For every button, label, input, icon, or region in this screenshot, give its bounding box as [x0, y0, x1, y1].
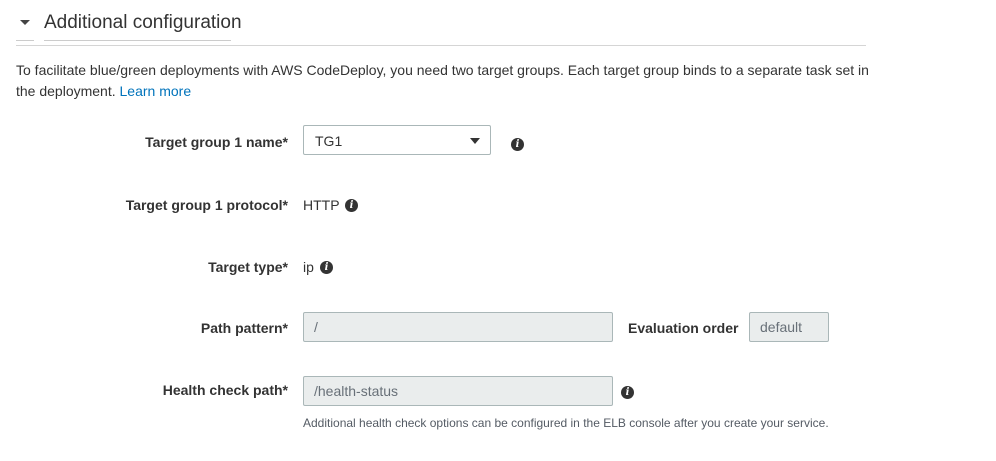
target-group-protocol-label: Target group 1 protocol*: [125, 197, 288, 213]
collapse-caret-icon[interactable]: [20, 20, 30, 25]
target-group-name-info-icon[interactable]: i: [511, 138, 524, 151]
target-group-name-select[interactable]: TG1: [303, 125, 491, 155]
health-check-hint: Additional health check options can be c…: [303, 416, 829, 430]
target-type-value: ip: [303, 259, 314, 275]
section-description: To facilitate blue/green deployments wit…: [16, 60, 876, 102]
learn-more-link[interactable]: Learn more: [120, 83, 192, 99]
target-group-name-label: Target group 1 name*: [145, 134, 288, 150]
evaluation-order-label: Evaluation order: [628, 320, 739, 336]
path-pattern-label: Path pattern*: [200, 320, 288, 336]
path-pattern-input[interactable]: [303, 312, 613, 342]
target-group-protocol-value: HTTP: [303, 197, 340, 213]
section-divider: [16, 45, 866, 46]
chevron-down-icon: [470, 138, 480, 144]
target-group-protocol-info-icon[interactable]: i: [345, 199, 358, 212]
health-check-path-label: Health check path*: [162, 382, 288, 398]
target-type-label: Target type*: [208, 259, 288, 275]
evaluation-order-input[interactable]: [749, 312, 829, 342]
section-title[interactable]: Additional configuration: [44, 12, 242, 34]
health-check-path-info-icon[interactable]: i: [621, 386, 634, 399]
caret-underline: [16, 40, 34, 41]
target-type-info-icon[interactable]: i: [320, 261, 333, 274]
title-underline: [44, 40, 231, 41]
health-check-path-input[interactable]: [303, 376, 613, 406]
target-group-name-value: TG1: [315, 133, 343, 149]
